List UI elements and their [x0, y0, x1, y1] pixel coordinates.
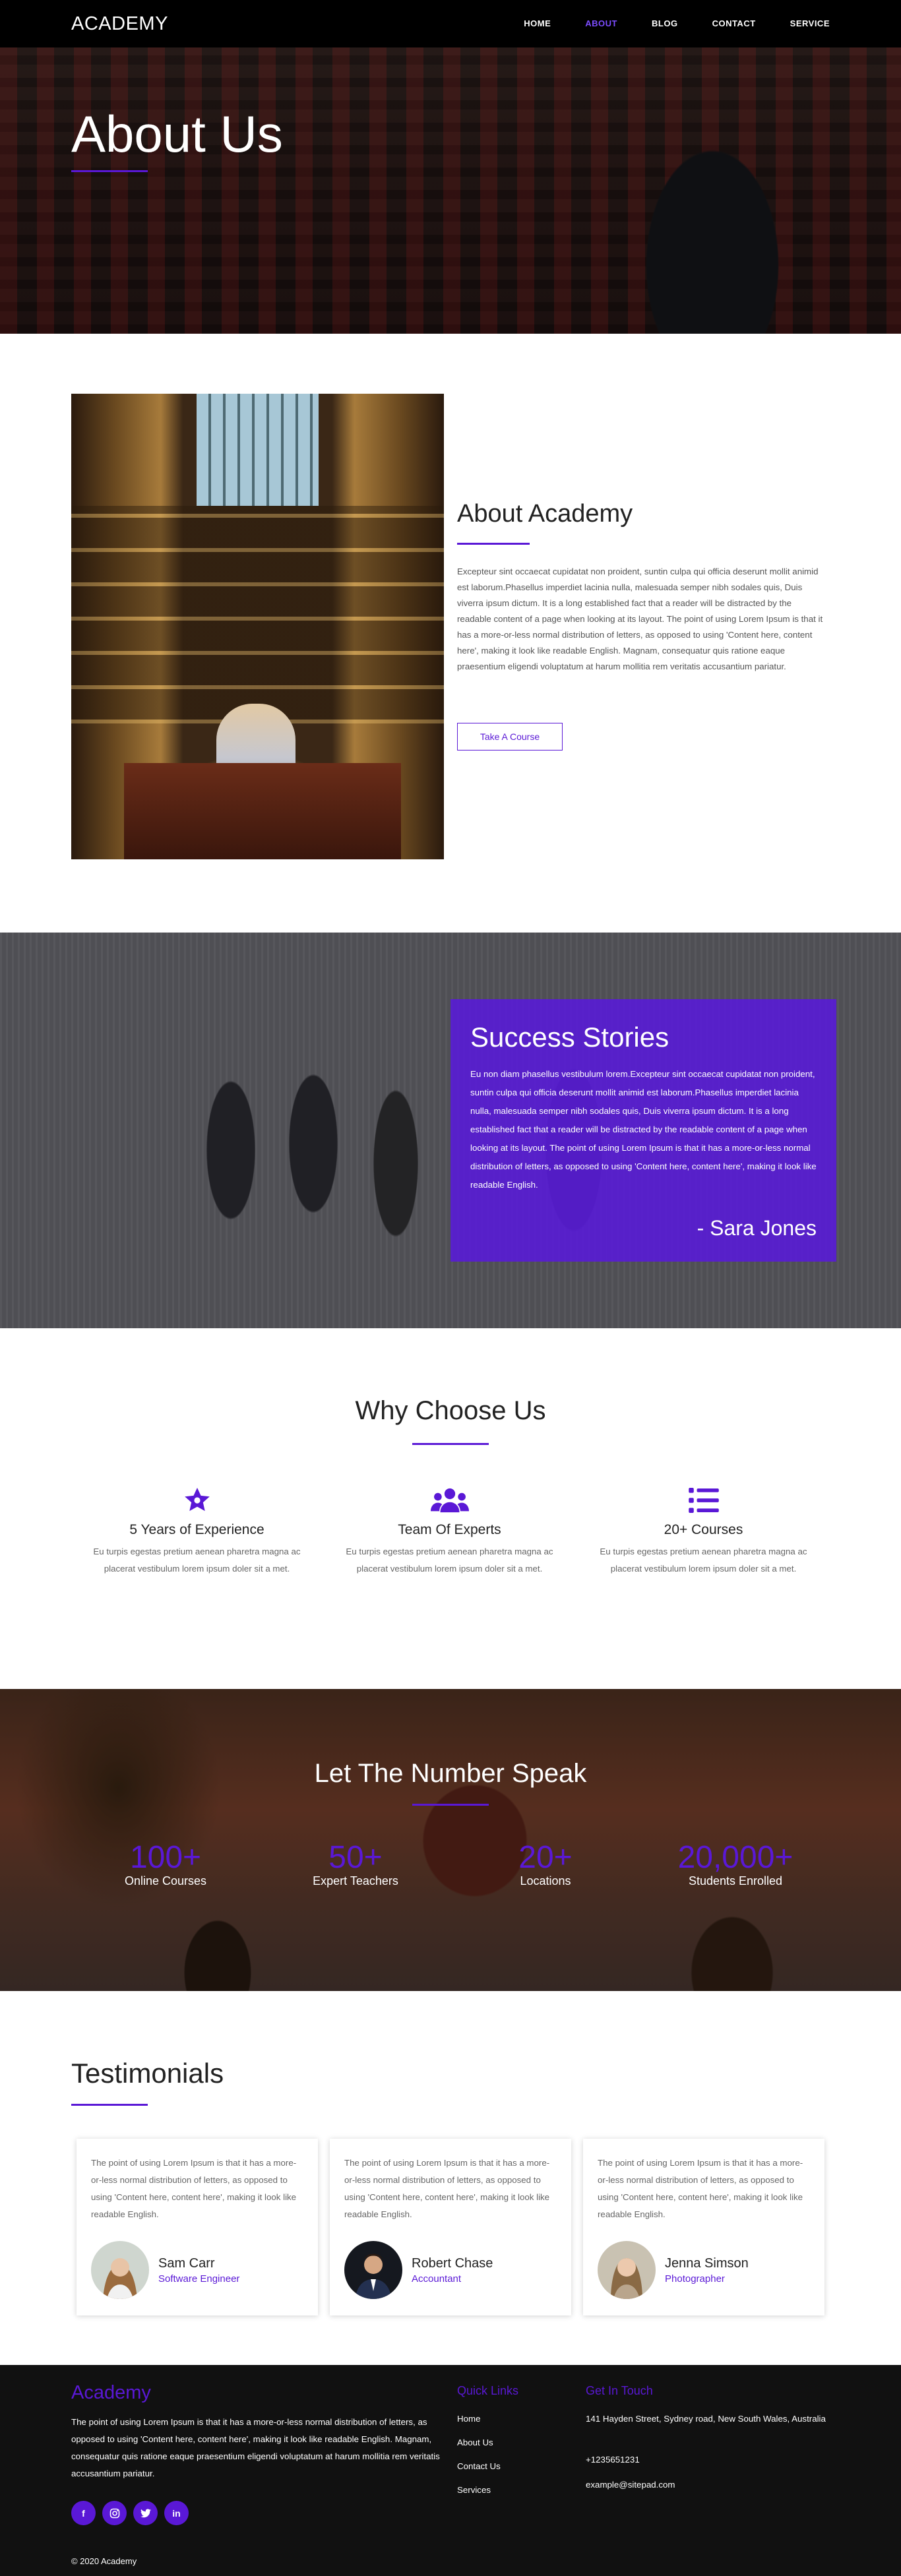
library-image [71, 394, 444, 859]
feature-text: Eu turpis egestas pretium aenean pharetr… [93, 1547, 301, 1574]
stat-value: 20,000+ [677, 1840, 793, 1875]
contact-heading: Get In Touch [586, 2384, 653, 2397]
why-underline [412, 1443, 489, 1445]
stat-students-enrolled: 20,000+ Students Enrolled [650, 1840, 821, 1888]
stat-value: 20+ [518, 1840, 573, 1875]
feature-team: Team Of Experts Eu turpis egestas pretiu… [336, 1484, 563, 1578]
testimonial-role: Photographer [665, 2273, 725, 2285]
social-links: f in [71, 2501, 189, 2525]
stat-online-courses: 100+ Online Courses [80, 1840, 251, 1888]
hero-banner-lecture-image [0, 47, 901, 334]
testimonial-text: The point of using Lorem Ipsum is that i… [598, 2158, 803, 2219]
feature-experience: 5 Years of Experience Eu turpis egestas … [84, 1484, 310, 1578]
footer-link-home[interactable]: Home [457, 2414, 480, 2424]
success-stories-box: Success Stories Eu non diam phasellus ve… [450, 999, 836, 1262]
feature-title: Team Of Experts [398, 1522, 501, 1537]
avatar [91, 2241, 149, 2299]
feature-title: 20+ Courses [664, 1522, 743, 1537]
stat-locations: 20+ Locations [460, 1840, 631, 1888]
main-menu: HOME ABOUT BLOG CONTACT SERVICE [524, 18, 830, 28]
stat-expert-teachers: 50+ Expert Teachers [270, 1840, 441, 1888]
bookshelf-floors-decoration [71, 506, 444, 723]
feature-text: Eu turpis egestas pretium aenean pharetr… [600, 1547, 807, 1574]
stat-label: Online Courses [124, 1874, 207, 1887]
contact-phone[interactable]: +1235651231 [586, 2452, 830, 2468]
list-icon [590, 1484, 817, 1517]
testimonials-underline [71, 2104, 148, 2106]
testimonial-role: Accountant [412, 2273, 462, 2285]
footer-link-about[interactable]: About Us [457, 2438, 493, 2447]
top-navbar: ACADEMY HOME ABOUT BLOG CONTACT SERVICE [0, 0, 901, 47]
avatar [344, 2241, 402, 2299]
about-underline [457, 543, 530, 545]
footer-logo[interactable]: Academy [71, 2382, 151, 2404]
contact-address: 141 Hayden Street, Sydney road, New Sout… [586, 2414, 826, 2424]
testimonial-text: The point of using Lorem Ipsum is that i… [344, 2158, 550, 2219]
testimonial-card: The point of using Lorem Ipsum is that i… [583, 2139, 824, 2315]
testimonial-text: The point of using Lorem Ipsum is that i… [91, 2158, 297, 2219]
testimonials-heading: Testimonials [71, 2058, 224, 2089]
about-heading: About Academy [457, 500, 633, 528]
take-a-course-button[interactable]: Take A Course [457, 723, 563, 751]
linkedin-icon[interactable]: in [164, 2501, 189, 2525]
success-author: - Sara Jones [697, 1216, 817, 1240]
testimonial-card: The point of using Lorem Ipsum is that i… [77, 2139, 318, 2315]
hero-underline [71, 170, 148, 172]
feature-courses: 20+ Courses Eu turpis egestas pretium ae… [590, 1484, 817, 1578]
instagram-icon[interactable] [102, 2501, 127, 2525]
facebook-icon[interactable]: f [71, 2501, 96, 2525]
testimonial-role: Software Engineer [158, 2273, 240, 2285]
numbers-underline [412, 1804, 489, 1806]
success-heading: Success Stories [470, 1022, 669, 1053]
star-icon [84, 1484, 310, 1517]
nav-link-blog[interactable]: BLOG [652, 18, 678, 28]
users-icon [336, 1484, 563, 1517]
testimonial-card: The point of using Lorem Ipsum is that i… [330, 2139, 571, 2315]
book-table-shape [124, 763, 401, 859]
testimonial-name: Robert Chase [412, 2256, 493, 2271]
contact-email[interactable]: example@sitepad.com [586, 2477, 830, 2493]
skylight-decoration [197, 394, 319, 506]
why-heading: Why Choose Us [355, 1396, 546, 1425]
stat-label: Students Enrolled [688, 1874, 783, 1887]
stat-label: Expert Teachers [313, 1874, 398, 1887]
site-logo[interactable]: ACADEMY [71, 13, 168, 35]
hero-title: About Us [71, 105, 283, 163]
footer-link-contact[interactable]: Contact Us [457, 2461, 501, 2471]
nav-link-service[interactable]: SERVICE [790, 18, 830, 28]
avatar [598, 2241, 656, 2299]
feature-title: 5 Years of Experience [129, 1522, 264, 1537]
feature-text: Eu turpis egestas pretium aenean pharetr… [346, 1547, 553, 1574]
copyright: © 2020 Academy [71, 2556, 137, 2566]
twitter-icon[interactable] [133, 2501, 158, 2525]
footer-link-services[interactable]: Services [457, 2485, 491, 2495]
numbers-heading: Let The Number Speak [314, 1759, 587, 1788]
footer-about-text: The point of using Lorem Ipsum is that i… [71, 2417, 440, 2478]
stat-value: 50+ [328, 1840, 383, 1875]
nav-link-home[interactable]: HOME [524, 18, 551, 28]
stat-value: 100+ [129, 1840, 202, 1875]
about-paragraph: Excepteur sint occaecat cupidatat non pr… [457, 567, 823, 671]
success-paragraph: Eu non diam phasellus vestibulum lorem.E… [470, 1069, 817, 1190]
nav-link-about[interactable]: ABOUT [585, 18, 617, 28]
stat-label: Locations [520, 1874, 571, 1887]
quick-links-heading: Quick Links [457, 2384, 519, 2397]
testimonial-name: Sam Carr [158, 2256, 215, 2271]
testimonial-name: Jenna Simson [665, 2256, 749, 2271]
nav-link-contact[interactable]: CONTACT [712, 18, 756, 28]
